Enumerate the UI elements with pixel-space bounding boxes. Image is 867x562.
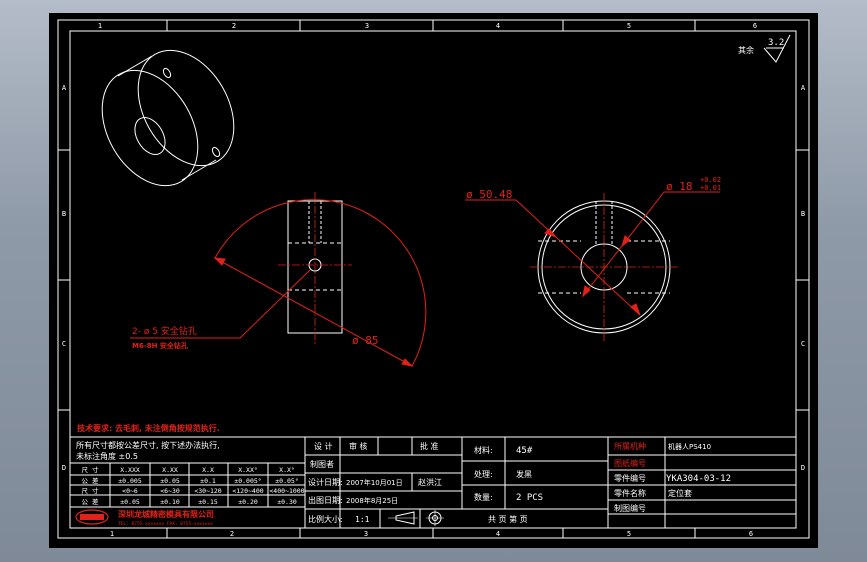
dim-50-label: ø 50.48 xyxy=(466,188,512,201)
tol-r2-c1: ±0.05 xyxy=(120,498,140,506)
out-date: 2008年8月25日 xyxy=(346,496,398,505)
material-value: 45# xyxy=(516,446,533,456)
out-date-label: 出图日期: xyxy=(308,495,343,505)
zone-left-c: C xyxy=(62,340,66,348)
check-label: 审 核 xyxy=(349,441,368,451)
zone-top-2: 2 xyxy=(232,22,236,30)
zone-top-4: 4 xyxy=(496,22,500,30)
drafter-label: 制图编号 xyxy=(614,503,646,513)
tol-r1-c3: <30~120 xyxy=(194,487,221,495)
tol-r1-c5: <400~1000 xyxy=(269,487,304,495)
zone-bottom-4: 4 xyxy=(496,530,500,538)
dim-18-label: ø 18 xyxy=(666,180,693,193)
machine-label: 所属机种 xyxy=(614,441,646,451)
dim-18-tol-lower: +0.01 xyxy=(700,184,721,192)
tol-header-5: X.X° xyxy=(279,466,295,474)
design-label: 设 计 xyxy=(314,441,333,451)
zone-top-1: 1 xyxy=(98,22,102,30)
tol-header-0: 尺 寸 xyxy=(82,465,99,474)
qty-label: 数量: xyxy=(474,492,493,502)
company-name: 深圳龙城精密模具有限公司 xyxy=(118,509,214,519)
tol-r0-c3: ±0.1 xyxy=(200,477,216,485)
zone-top-3: 3 xyxy=(365,22,369,30)
zone-left-b: B xyxy=(62,210,66,218)
zone-bottom-3: 3 xyxy=(364,530,368,538)
zone-top-5: 5 xyxy=(627,22,631,30)
tol-r2-c3: ±0.15 xyxy=(198,498,218,506)
company-contact: TEL: 0755-xxxxxxx FAX: 0755-xxxxxxx xyxy=(118,521,213,527)
tol-r0-c5: ±0.05° xyxy=(275,477,298,485)
part-no-label: 零件编号 xyxy=(614,473,646,483)
tol-r2-c4: ±0.20 xyxy=(238,498,258,506)
zone-top-6: 6 xyxy=(753,22,757,30)
tol-r0-c4: ±0.005° xyxy=(234,477,261,485)
roughness-value: 3.2 xyxy=(768,38,784,48)
drawing-no-label: 图纸编号 xyxy=(614,458,646,468)
finish-value: 发黑 xyxy=(516,469,532,479)
tol-header-4: X.XX° xyxy=(238,466,258,474)
tol-header-2: X.XX xyxy=(162,466,178,474)
hole-note-2: M6-8H 安全钻孔 xyxy=(132,341,188,350)
zone-bottom-5: 5 xyxy=(627,530,631,538)
tol-r1-c0: 尺 寸 xyxy=(82,486,99,495)
tol-r2-c0: 公 差 xyxy=(82,497,99,506)
hole-note-1: 2- ø 5 安全钻孔 xyxy=(132,325,197,337)
tol-r1-c1: <0~6 xyxy=(122,487,138,495)
roughness-label: 其余 xyxy=(738,45,754,55)
zone-right-b: B xyxy=(801,210,805,218)
part-name-label: 零件名称 xyxy=(614,488,646,498)
zone-bottom-1: 1 xyxy=(110,530,114,538)
tol-r2-c2: ±0.10 xyxy=(160,498,180,506)
zone-bottom-2: 2 xyxy=(230,530,234,538)
cad-drawing-canvas: 1 2 3 4 5 6 1 2 3 4 5 6 A B C D A B C D … xyxy=(49,13,818,548)
design-date: 2007年10月01日 xyxy=(346,478,403,487)
design-date-label: 设计日期: xyxy=(308,477,343,487)
zone-right-c: C xyxy=(801,340,805,348)
tol-r0-c1: ±0.005 xyxy=(118,477,142,485)
machine-value: 机器人PS410 xyxy=(668,442,711,451)
tol-header-3: X.X xyxy=(202,466,214,474)
part-no-value: YKA304-03-12 xyxy=(666,474,731,484)
part-name-value: 定位套 xyxy=(668,488,692,498)
sheet-label: 共 页 第 页 xyxy=(488,514,528,524)
scale-value: 1:1 xyxy=(355,515,370,524)
drawer-label: 制图者 xyxy=(310,459,334,469)
tol-header-1: X.XXX xyxy=(120,466,140,474)
tol-r0-c0: 公 差 xyxy=(82,476,99,485)
scale-label: 比例大小: xyxy=(308,514,343,524)
zone-right-d: D xyxy=(801,464,805,472)
finish-label: 处理: xyxy=(474,469,493,479)
dim-18-tol-upper: +0.02 xyxy=(700,176,721,184)
tech-requirement: 技术要求: 去毛刺, 未注倒角按规范执行. xyxy=(77,423,220,433)
tol-r0-c2: ±0.05 xyxy=(160,477,180,485)
zone-bottom-6: 6 xyxy=(749,530,753,538)
dim-85-label: ø 85 xyxy=(352,334,379,347)
designer: 赵洪江 xyxy=(418,477,442,487)
tol-r2-c5: ±0.30 xyxy=(277,498,297,506)
qty-value: 2 PCS xyxy=(516,493,543,503)
tol-r1-c4: <120~400 xyxy=(232,487,263,495)
zone-left-d: D xyxy=(62,464,66,472)
tolerance-title-2: 未标注角度 ±0.5 xyxy=(76,451,138,461)
tol-r1-c2: <6~30 xyxy=(160,487,180,495)
approve-label: 批 准 xyxy=(420,441,439,451)
material-label: 材料: xyxy=(474,445,493,455)
tolerance-title-1: 所有尺寸都按公差尺寸, 按下述办法执行, xyxy=(76,440,220,450)
